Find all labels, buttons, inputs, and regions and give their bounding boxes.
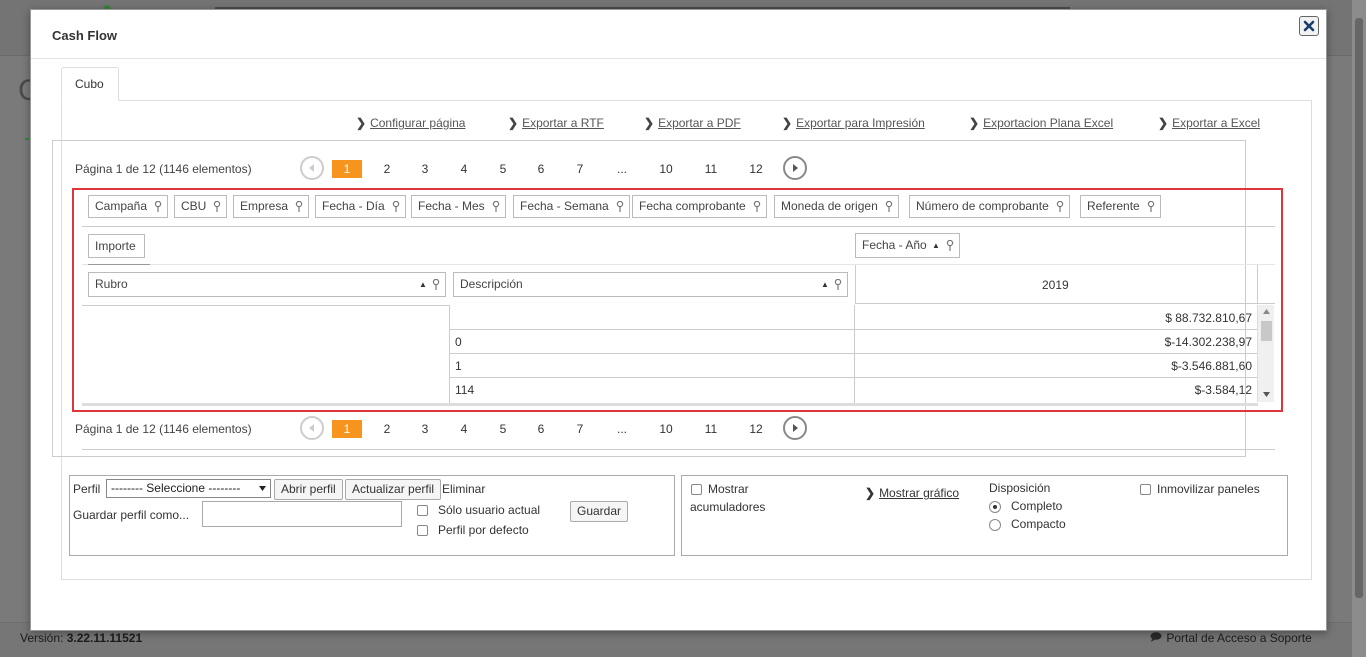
pager-summary: Página 1 de 12 (1146 elementos) [75, 422, 252, 436]
page-10[interactable]: 10 [651, 162, 681, 176]
layout-label: Disposición [989, 481, 1051, 495]
chevron-right-icon: ❯ [1158, 116, 1169, 130]
page-4[interactable]: 4 [449, 422, 479, 436]
chevron-right-icon: ❯ [508, 116, 519, 130]
tab-cubo[interactable]: Cubo [61, 67, 119, 101]
page-12[interactable]: 12 [741, 162, 771, 176]
profile-label: Perfil [73, 482, 101, 496]
export-rtf-link[interactable]: ❯ Exportar a RTF [508, 116, 604, 130]
next-page-button[interactable] [783, 416, 807, 440]
show-accumulators-label: Mostrar [708, 482, 749, 496]
freeze-panels-checkbox[interactable] [1140, 484, 1151, 495]
page-1[interactable]: 1 [332, 160, 362, 178]
save-profile-button[interactable]: Guardar [570, 501, 629, 522]
only-current-user-label: Sólo usuario actual [438, 503, 541, 517]
prev-page-button[interactable] [300, 156, 324, 180]
chevron-right-icon: ❯ [782, 116, 793, 130]
background-accent-line [25, 138, 29, 140]
page-11[interactable]: 11 [696, 162, 726, 176]
page-ellipsis[interactable]: ... [607, 162, 637, 176]
default-profile-label: Perfil por defecto [438, 523, 529, 537]
chevron-left-icon [309, 424, 314, 432]
page-6[interactable]: 6 [526, 162, 556, 176]
pager-bottom: Página 1 de 12 (1146 elementos) 1 2 3 4 … [52, 410, 1246, 448]
comments-icon [1150, 631, 1166, 645]
version-text: Versión: 3.22.11.11521 [20, 631, 143, 645]
page-3[interactable]: 3 [410, 162, 440, 176]
page-2[interactable]: 2 [372, 162, 402, 176]
page-11[interactable]: 11 [696, 422, 726, 436]
support-portal-link[interactable]: Portal de Acceso a Soporte [1150, 631, 1312, 645]
highlight-frame [72, 188, 1283, 412]
close-button[interactable] [1299, 16, 1319, 36]
default-profile-checkbox[interactable] [417, 525, 428, 536]
update-profile-button[interactable]: Actualizar perfil [345, 479, 442, 500]
chevron-right-icon: ❯ [865, 486, 876, 500]
chevron-down-icon [259, 486, 266, 491]
page-7[interactable]: 7 [565, 422, 595, 436]
dialog-title: Cash Flow [52, 28, 118, 43]
page-1[interactable]: 1 [332, 420, 362, 438]
page-5[interactable]: 5 [488, 422, 518, 436]
pager-bottom-divider [82, 449, 1275, 450]
page-4[interactable]: 4 [449, 162, 479, 176]
show-accumulators-checkbox[interactable] [691, 484, 702, 495]
save-profile-as-input[interactable] [202, 501, 402, 527]
page-5[interactable]: 5 [488, 162, 518, 176]
page-6[interactable]: 6 [526, 422, 556, 436]
configure-page-link[interactable]: ❯ Configurar página [356, 116, 465, 130]
chevron-right-icon [793, 164, 798, 172]
pager-summary: Página 1 de 12 (1146 elementos) [75, 162, 252, 176]
delete-profile-link[interactable]: Eliminar [442, 482, 485, 496]
chevron-left-icon [309, 164, 314, 172]
export-excel-link[interactable]: ❯ Exportar a Excel [1158, 116, 1260, 130]
pager-top: Página 1 de 12 (1146 elementos) 1 2 3 4 … [52, 150, 1246, 188]
save-profile-as-label: Guardar perfil como... [73, 508, 190, 522]
show-chart-link[interactable]: ❯ Mostrar gráfico [865, 486, 959, 500]
open-profile-button[interactable]: Abrir perfil [274, 479, 343, 500]
layout-compact-radio[interactable] [989, 519, 1001, 531]
freeze-panels-label: Inmovilizar paneles [1157, 482, 1260, 496]
page-3[interactable]: 3 [410, 422, 440, 436]
layout-complete-label: Completo [1011, 499, 1063, 513]
chevron-right-icon: ❯ [644, 116, 655, 130]
close-icon [1303, 20, 1315, 32]
page-scrollbar-thumb[interactable] [1355, 18, 1363, 598]
show-accumulators-label-2: acumuladores [690, 500, 766, 514]
page-2[interactable]: 2 [372, 422, 402, 436]
layout-complete-radio[interactable] [989, 501, 1001, 513]
only-current-user-checkbox[interactable] [417, 505, 428, 516]
export-flat-excel-link[interactable]: ❯ Exportacion Plana Excel [969, 116, 1113, 130]
profile-select[interactable]: -------- Seleccione -------- [106, 479, 271, 498]
next-page-button[interactable] [783, 156, 807, 180]
page-10[interactable]: 10 [651, 422, 681, 436]
prev-page-button[interactable] [300, 416, 324, 440]
page-12[interactable]: 12 [741, 422, 771, 436]
chevron-right-icon: ❯ [969, 116, 980, 130]
dialog-header-divider [31, 58, 1326, 59]
chevron-right-icon: ❯ [356, 116, 367, 130]
layout-compact-label: Compacto [1011, 517, 1066, 531]
page-ellipsis[interactable]: ... [607, 422, 637, 436]
chevron-right-icon [793, 424, 798, 432]
page-7[interactable]: 7 [565, 162, 595, 176]
export-pdf-link[interactable]: ❯ Exportar a PDF [644, 116, 741, 130]
export-print-link[interactable]: ❯ Exportar para Impresión [782, 116, 925, 130]
